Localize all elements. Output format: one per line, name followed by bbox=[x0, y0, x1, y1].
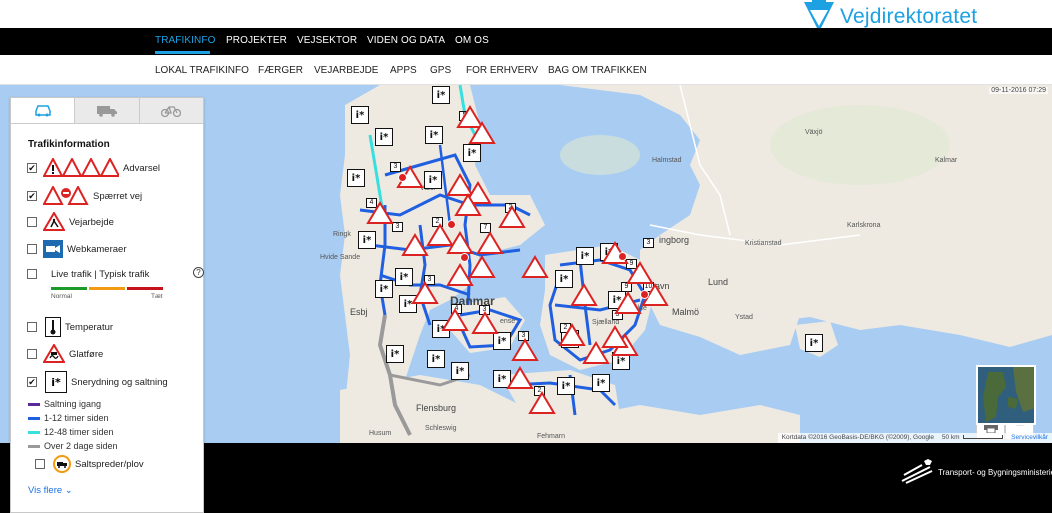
map-attribution: Kortdata ©2016 GeoBasis-DE/BKG (©2009), … bbox=[777, 433, 1052, 443]
legend-label: Over 2 dage siden bbox=[44, 441, 118, 451]
legend-12-48-timer: 12-48 timer siden bbox=[28, 426, 114, 438]
subnav-vejarbejde[interactable]: VEJARBEJDE bbox=[314, 65, 378, 76]
checkbox-live-trafik[interactable] bbox=[27, 269, 37, 279]
checkbox-advarsel[interactable]: ✔ bbox=[27, 163, 37, 173]
checkbox-vejarbejde[interactable] bbox=[27, 217, 37, 227]
nav-viden-og-data[interactable]: VIDEN OG DATA bbox=[367, 35, 445, 46]
legend-1-12-timer: 1-12 timer siden bbox=[28, 412, 109, 424]
subnav-gps[interactable]: GPS bbox=[430, 65, 451, 76]
ministry-crown-icon bbox=[901, 459, 933, 484]
legend-swatch bbox=[28, 402, 40, 406]
salt-info-icon: i* bbox=[45, 371, 67, 393]
layer-saltspreder[interactable]: Saltspreder/plov bbox=[35, 453, 144, 475]
label-glatfore: Glatføre bbox=[69, 348, 104, 360]
checkbox-temperatur[interactable] bbox=[27, 322, 37, 332]
salt-truck-icon bbox=[53, 455, 71, 473]
legend-swatch bbox=[28, 416, 40, 420]
roadwork-icon bbox=[43, 212, 65, 231]
terms-link[interactable]: Servicevilkår bbox=[1011, 434, 1048, 441]
subnav-lokal-trafikinfo[interactable]: LOKAL TRAFIKINFO bbox=[155, 65, 249, 76]
legend-label: 1-12 timer siden bbox=[44, 413, 109, 423]
layer-snerydning[interactable]: ✔ i* Snerydning og saltning bbox=[27, 371, 168, 393]
help-icon[interactable]: ? bbox=[193, 267, 204, 278]
panel-title: Trafikinformation bbox=[28, 139, 110, 150]
layer-vejarbejde[interactable]: Vejarbejde bbox=[27, 211, 114, 233]
warning-triangles-icon bbox=[43, 158, 119, 177]
sub-nav: LOKAL TRAFIKINFO FÆRGER VEJARBEJDE APPS … bbox=[0, 55, 1052, 85]
chevron-down-icon: ⌄ bbox=[64, 485, 73, 496]
satellite-thumbnail bbox=[983, 367, 1034, 422]
subnav-bag-om-trafikken[interactable]: BAG OM TRAFIKKEN bbox=[548, 65, 647, 76]
traffic-medium-bar bbox=[89, 287, 125, 290]
road-closed-icon[interactable] bbox=[447, 220, 456, 229]
layer-advarsel[interactable]: ✔ Advarsel bbox=[27, 157, 160, 179]
bicycle-icon bbox=[161, 105, 182, 117]
satellite-minimap[interactable] bbox=[976, 365, 1036, 425]
layer-glatfore[interactable]: Glatføre bbox=[27, 343, 103, 365]
tab-truck[interactable] bbox=[75, 98, 140, 123]
label-spaerret-vej: Spærret vej bbox=[93, 190, 143, 202]
truck-icon bbox=[96, 105, 117, 117]
traffic-normal-bar bbox=[51, 287, 87, 290]
label-live-trafik: Live trafik | Typisk trafik bbox=[51, 268, 150, 280]
traffic-normal-label: Normal bbox=[51, 293, 72, 300]
logo-text: Vejdirektoratet bbox=[840, 5, 978, 28]
checkbox-saltspreder[interactable] bbox=[35, 459, 45, 469]
legend-swatch bbox=[28, 430, 40, 434]
nav-projekter[interactable]: PROJEKTER bbox=[226, 35, 287, 46]
tab-car[interactable] bbox=[11, 98, 76, 123]
traffic-dense-bar bbox=[127, 287, 163, 290]
checkbox-spaerret-vej[interactable]: ✔ bbox=[27, 191, 37, 201]
road-closed-icon[interactable] bbox=[460, 253, 469, 262]
main-nav: TRAFIKINFO PROJEKTER VEJSEKTOR VIDEN OG … bbox=[0, 28, 1052, 55]
scale-label: 50 km bbox=[941, 434, 960, 441]
legend-swatch bbox=[28, 444, 40, 448]
layer-webkameraer[interactable]: Webkameraer bbox=[27, 238, 127, 260]
legend-over-2-dage: Over 2 dage siden bbox=[28, 440, 118, 452]
slippery-road-icon bbox=[43, 344, 65, 363]
checkbox-snerydning[interactable]: ✔ bbox=[27, 377, 37, 387]
layer-spaerret-vej[interactable]: ✔ Spærret vej bbox=[27, 185, 142, 207]
road-closed-icon bbox=[43, 186, 89, 205]
scale-bar bbox=[963, 435, 1004, 440]
ministry-name: Transport- og Bygningsministeriet bbox=[938, 467, 1052, 477]
legend-saltning-igang: Saltning igang bbox=[28, 398, 101, 410]
legend-label: 12-48 timer siden bbox=[44, 427, 114, 437]
thermometer-icon bbox=[45, 317, 61, 337]
vehicle-tabs bbox=[11, 98, 203, 124]
tab-bicycle[interactable] bbox=[139, 98, 203, 123]
label-temperatur: Temperatur bbox=[65, 321, 114, 333]
layer-live-trafik[interactable]: Live trafik | Typisk trafik bbox=[27, 263, 149, 285]
subnav-for-erhverv[interactable]: FOR ERHVERV bbox=[466, 65, 538, 76]
car-icon bbox=[34, 104, 51, 116]
legend-label: Saltning igang bbox=[44, 399, 102, 409]
nav-active-underline bbox=[155, 51, 210, 54]
label-snerydning: Snerydning og saltning bbox=[71, 376, 168, 388]
layer-temperatur[interactable]: Temperatur bbox=[27, 316, 113, 338]
label-saltspreder: Saltspreder/plov bbox=[75, 458, 144, 470]
subnav-apps[interactable]: APPS bbox=[390, 65, 417, 76]
show-more-link[interactable]: Vis flere ⌄ bbox=[28, 485, 73, 496]
road-closed-icon[interactable] bbox=[618, 252, 627, 261]
label-webkameraer: Webkameraer bbox=[67, 243, 127, 255]
road-closed-icon[interactable] bbox=[640, 290, 649, 299]
ministry-logo[interactable]: Transport- og Bygningsministeriet bbox=[900, 459, 1052, 485]
nav-trafikinfo[interactable]: TRAFIKINFO bbox=[155, 35, 215, 46]
nav-om-os[interactable]: OM OS bbox=[455, 35, 489, 46]
road-closed-icon[interactable] bbox=[398, 173, 407, 182]
traffic-info-panel: Trafikinformation ✔ Advarsel ✔ Spærret v… bbox=[10, 97, 204, 513]
traffic-dense-label: Tæt bbox=[151, 293, 163, 300]
checkbox-webkameraer[interactable] bbox=[27, 244, 37, 254]
show-more-label: Vis flere bbox=[28, 485, 63, 496]
webcam-icon bbox=[43, 240, 63, 258]
attribution-text: Kortdata ©2016 GeoBasis-DE/BKG (©2009), … bbox=[781, 434, 935, 441]
nav-vejsektor[interactable]: VEJSEKTOR bbox=[297, 35, 357, 46]
label-advarsel: Advarsel bbox=[123, 162, 160, 174]
checkbox-glatfore[interactable] bbox=[27, 349, 37, 359]
subnav-faerger[interactable]: FÆRGER bbox=[258, 65, 303, 76]
label-vejarbejde: Vejarbejde bbox=[69, 216, 114, 228]
